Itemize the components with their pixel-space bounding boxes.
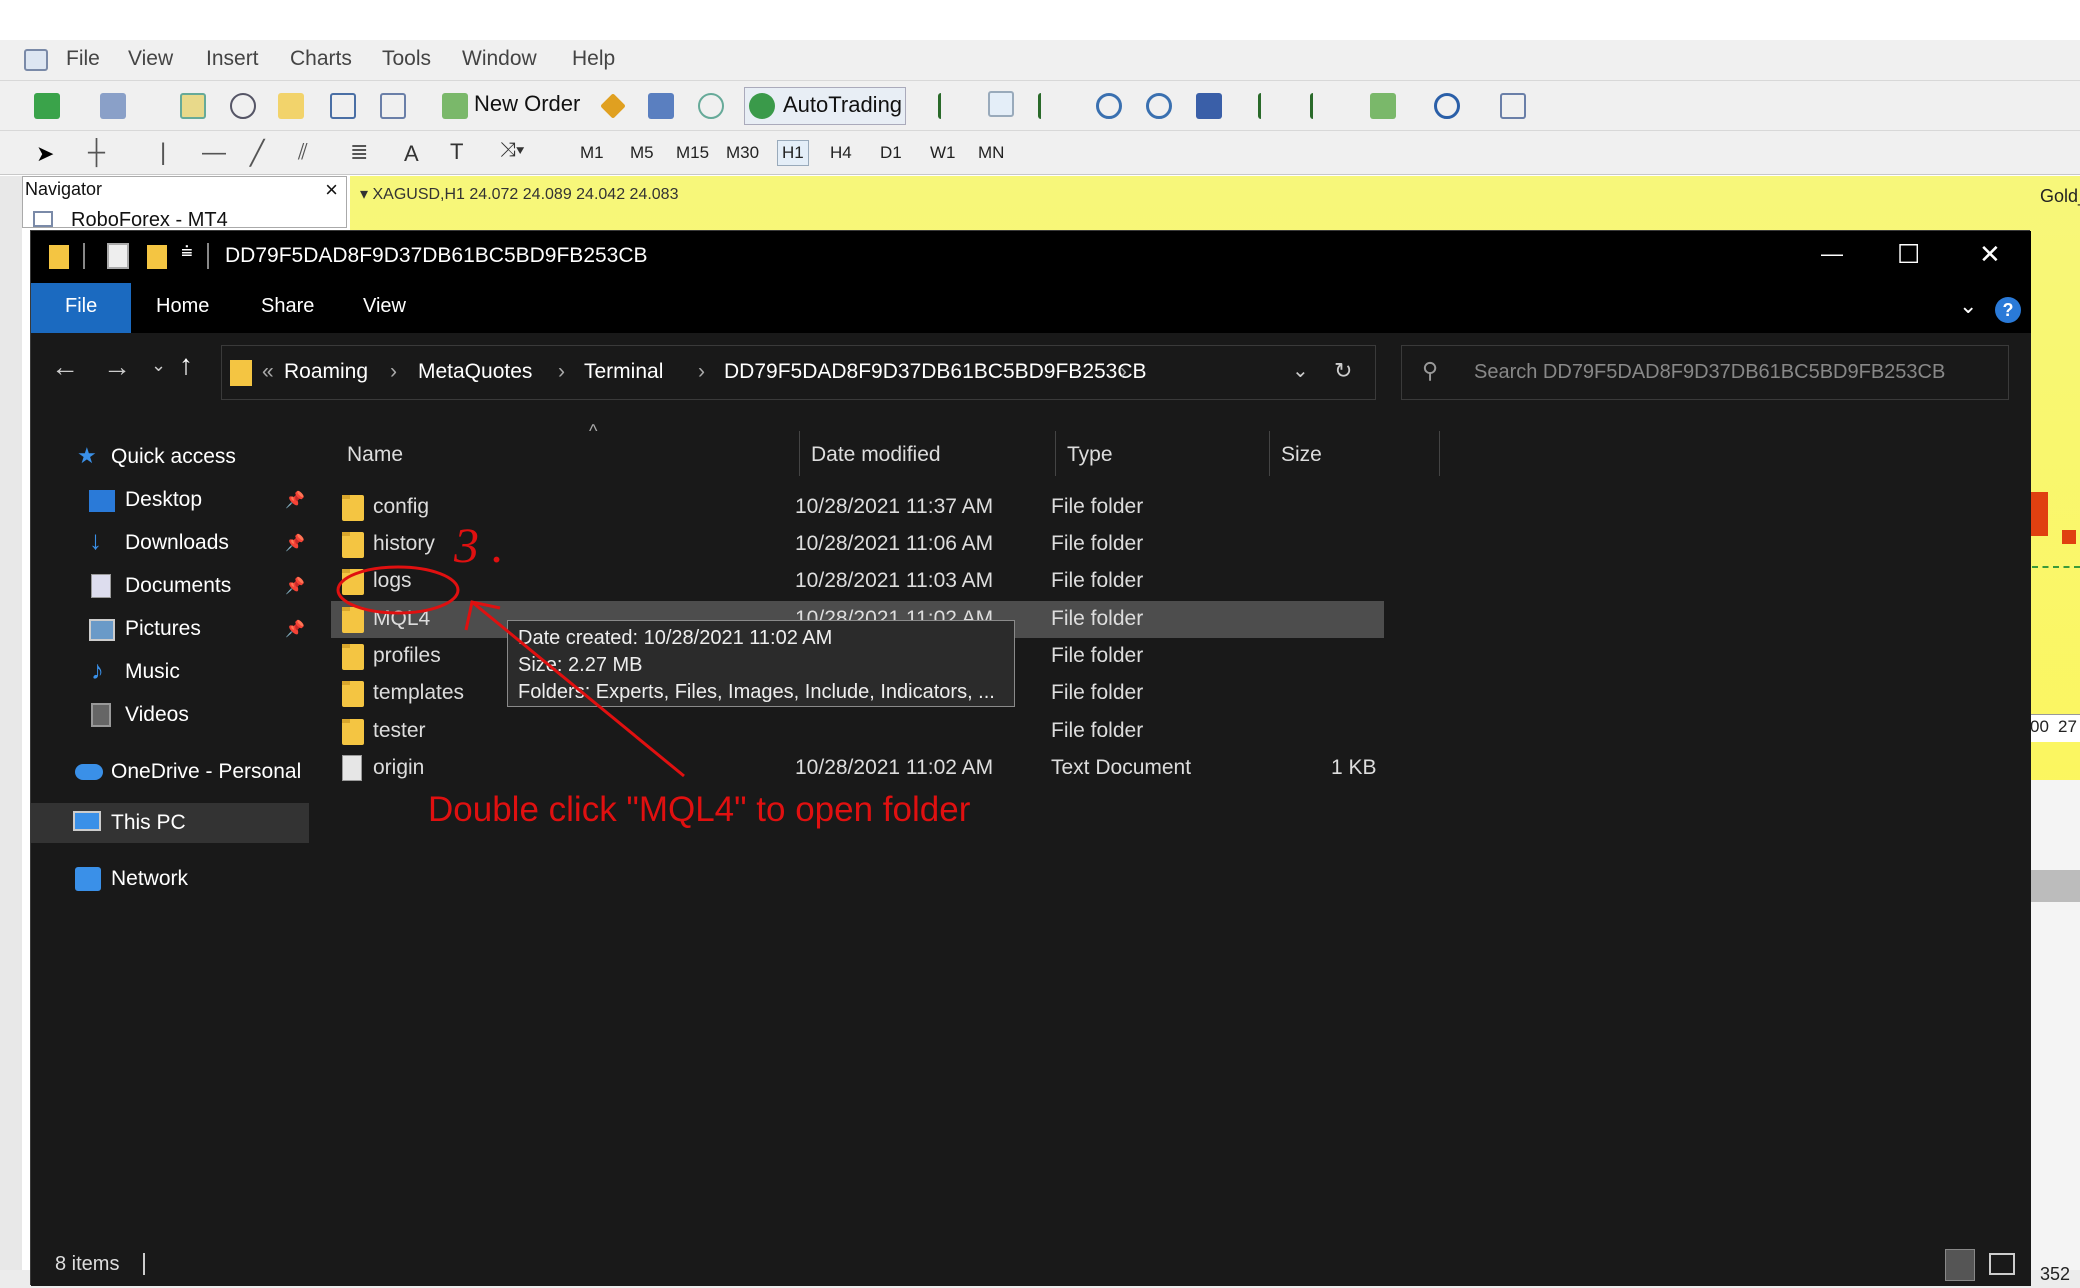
- step-number: 3 .: [453, 517, 504, 573]
- annotation-overlay: 3 .: [336, 517, 685, 778]
- pointer-arrow: [471, 600, 685, 778]
- instruction-text: Double click "MQL4" to open folder: [428, 790, 971, 829]
- highlight-circle: [336, 565, 460, 615]
- arrowhead: [464, 600, 501, 631]
